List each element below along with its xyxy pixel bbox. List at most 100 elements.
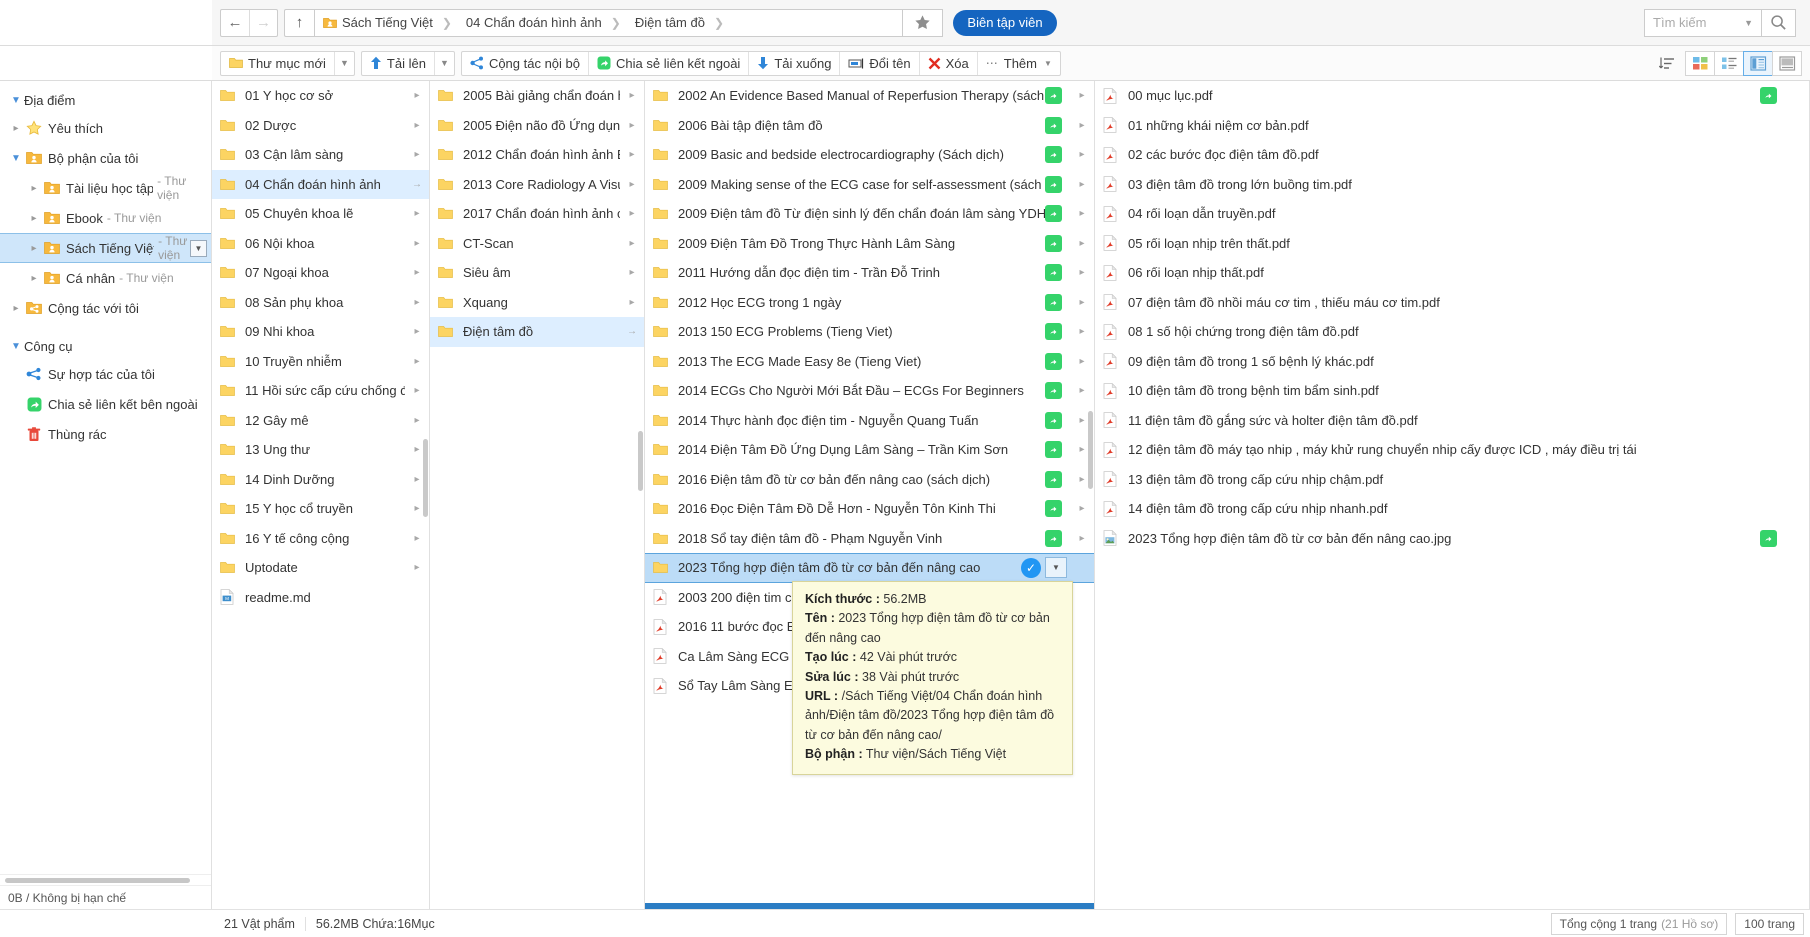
breadcrumb-item-1[interactable]: 04 Chẩn đoán hình ảnh ❯ (456, 10, 625, 36)
chevron-right-icon[interactable]: ▸ (405, 208, 429, 219)
sidebar-item-1[interactable]: ▼ Bộ phận của tôi (0, 143, 211, 173)
chevron-right-icon[interactable]: ▸ (405, 267, 429, 278)
chevron-down-icon[interactable]: ▼ (8, 341, 24, 352)
search-input[interactable]: Tìm kiếm ▼ (1644, 8, 1763, 37)
file-row[interactable]: 2009 Điện Tâm Đồ Trong Thực Hành Lâm Sàn… (645, 229, 1094, 259)
row-dropdown-icon[interactable]: ▼ (1045, 557, 1067, 579)
go-up-icon[interactable]: ↑ (284, 8, 314, 37)
sidebar-item-0[interactable]: ▸Sự hợp tác của tôi (0, 359, 211, 389)
share-external-button[interactable]: Chia sẻ liên kết ngoài (589, 52, 748, 75)
grid-view-button[interactable] (1685, 50, 1715, 76)
chevron-right-icon[interactable]: ▸ (405, 149, 429, 160)
chevron-right-icon[interactable]: ▸ (1070, 90, 1094, 101)
chevron-right-icon[interactable]: ▸ (1070, 120, 1094, 131)
chevron-right-icon[interactable]: ▸ (405, 326, 429, 337)
file-row[interactable]: 09 điện tâm đồ trong 1 số bệnh lý khác.p… (1095, 347, 1809, 377)
shared-link-icon[interactable] (1045, 175, 1062, 193)
file-row[interactable]: 04 rối loạn dẫn truyền.pdf (1095, 199, 1809, 229)
back-icon[interactable]: ← (221, 10, 249, 36)
chevron-right-icon[interactable]: ▸ (405, 533, 429, 544)
chevron-right-icon[interactable]: ▸ (1070, 238, 1094, 249)
list-view-button[interactable] (1714, 50, 1744, 76)
column-3-scrollbar[interactable] (1088, 411, 1093, 489)
chevron-right-icon[interactable]: ▸ (1070, 326, 1094, 337)
file-row[interactable]: 13 điện tâm đồ trong cấp cứu nhịp chậm.p… (1095, 465, 1809, 495)
file-row[interactable]: 2005 Điện não đồ Ứng dụng trong th▸ (430, 111, 644, 141)
file-row[interactable]: 03 Cận lâm sàng ▸ (212, 140, 429, 170)
sidebar-item-2[interactable]: ▸Thùng rác (0, 419, 211, 449)
upload-button[interactable]: Tải lên (362, 52, 434, 75)
sidebar-item-4-selected[interactable]: ▸ Sách Tiếng Việt - Thư viện ▼ (0, 233, 211, 263)
file-row[interactable]: 07 Ngoại khoa ▸ (212, 258, 429, 288)
chevron-right-icon[interactable]: ▸ (620, 120, 644, 131)
delete-button[interactable]: Xóa (920, 52, 977, 75)
shared-link-icon[interactable] (1045, 470, 1062, 488)
file-row[interactable]: 2005 Bài giảng chẩn đoán hình ả...▸ (430, 81, 644, 111)
favorite-star-icon[interactable] (903, 8, 944, 37)
chevron-right-icon[interactable]: ▸ (405, 562, 429, 573)
chevron-right-icon[interactable]: ▸ (620, 149, 644, 160)
file-row[interactable]: 2014 ECGs Cho Người Mới Bắt Đầu – ECGs F… (645, 376, 1094, 406)
breadcrumb-item-2[interactable]: Điện tâm đồ ❯ (625, 10, 728, 36)
file-row-selected[interactable]: 2023 Tổng hợp điện tâm đồ từ cơ bản đến … (645, 553, 1094, 583)
sidebar-item-0[interactable]: ▸ Yêu thích (0, 113, 211, 143)
sidebar-item-context-menu-icon[interactable]: ▼ (190, 240, 207, 257)
file-row[interactable]: 02 các bước đọc điện tâm đồ.pdf (1095, 140, 1809, 170)
more-dropdown-icon[interactable]: ▼ (1044, 59, 1052, 68)
file-row[interactable]: 14 điện tâm đồ trong cấp cứu nhịp nhanh.… (1095, 494, 1809, 524)
file-row[interactable]: 2013 The ECG Made Easy 8e (Tieng Viet) ▸ (645, 347, 1094, 377)
file-row[interactable]: 2006 Bài tập điện tâm đồ ▸ (645, 111, 1094, 141)
chevron-right-icon[interactable]: ▸ (405, 297, 429, 308)
file-row[interactable]: 05 Chuyên khoa lẽ ▸ (212, 199, 429, 229)
chevron-right-icon[interactable]: ▸ (405, 385, 429, 396)
shared-link-icon[interactable] (1045, 323, 1062, 341)
file-row[interactable]: 2023 Tổng hợp điện tâm đồ từ cơ bản đến … (1095, 524, 1809, 554)
selected-check-icon[interactable]: ✓ (1021, 557, 1041, 578)
file-row[interactable]: 2011 Hướng dẫn đọc điện tim - Trần Đỗ Tr… (645, 258, 1094, 288)
shared-link-icon[interactable] (1045, 264, 1062, 282)
shared-link-icon[interactable] (1045, 205, 1062, 223)
file-row[interactable]: 15 Y học cổ truyền ▸ (212, 494, 429, 524)
file-row[interactable]: 2012 Chẩn đoán hình ảnh BYT▸ (430, 140, 644, 170)
drill-in-arrow-icon[interactable]: → (405, 179, 429, 190)
file-row[interactable]: 11 điện tâm đồ gắng sức và holter điện t… (1095, 406, 1809, 436)
more-button[interactable]: ⋯ Thêm ▼ (978, 52, 1060, 75)
sidebar-group-places[interactable]: ▼ Địa điểm (0, 87, 211, 113)
file-row[interactable]: 12 Gây mê ▸ (212, 406, 429, 436)
file-row[interactable]: 2016 Đọc Điện Tâm Đồ Dễ Hơn - Nguyễn Tôn… (645, 494, 1094, 524)
shared-link-icon[interactable] (1045, 146, 1062, 164)
chevron-right-icon[interactable]: ▸ (1070, 297, 1094, 308)
file-row[interactable]: 03 điện tâm đồ trong lớn buồng tim.pdf (1095, 170, 1809, 200)
file-row[interactable]: 2017 Chẩn đoán hình ảnh chấn thươ▸ (430, 199, 644, 229)
chevron-right-icon[interactable]: ▸ (620, 90, 644, 101)
file-row[interactable]: 07 điện tâm đồ nhồi máu cơ tim , thiếu m… (1095, 288, 1809, 318)
file-row[interactable]: 2009 Basic and bedside electrocardiograp… (645, 140, 1094, 170)
collaborate-internal-button[interactable]: Cộng tác nội bộ (462, 52, 588, 75)
new-folder-dropdown-icon[interactable]: ▼ (333, 51, 354, 75)
file-row[interactable]: 2016 Điện tâm đồ từ cơ bản đến nâng cao … (645, 465, 1094, 495)
file-row[interactable]: 08 Sản phụ khoa ▸ (212, 288, 429, 318)
file-row[interactable]: 06 rối loạn nhịp thất.pdf (1095, 258, 1809, 288)
chevron-right-icon[interactable]: ▸ (26, 183, 42, 194)
chevron-right-icon[interactable]: ▸ (26, 243, 42, 254)
file-row[interactable]: 12 điện tâm đồ máy tạo nhip , máy khử ru… (1095, 435, 1809, 465)
file-row[interactable]: 2014 Thực hành đọc điện tim - Nguyễn Qua… (645, 406, 1094, 436)
shared-link-icon[interactable] (1045, 116, 1062, 134)
file-row[interactable]: Uptodate ▸ (212, 553, 429, 583)
gallery-view-button[interactable] (1772, 50, 1802, 76)
chevron-right-icon[interactable]: ▸ (405, 90, 429, 101)
chevron-right-icon[interactable]: ▸ (405, 238, 429, 249)
shared-link-icon[interactable] (1045, 87, 1062, 105)
sidebar-horizontal-scrollbar[interactable] (0, 874, 211, 885)
file-row[interactable]: 16 Y tế công cộng ▸ (212, 524, 429, 554)
file-row[interactable]: 2018 Sổ tay điện tâm đồ - Phạm Nguyễn Vi… (645, 524, 1094, 554)
chevron-right-icon[interactable]: ▸ (1070, 503, 1094, 514)
file-row[interactable]: Xquang ▸ (430, 288, 644, 318)
file-row[interactable]: 2013 Core Radiology A Visual Approa▸ (430, 170, 644, 200)
scrollbar-thumb[interactable] (5, 878, 190, 883)
drill-in-arrow-icon[interactable]: → (620, 326, 644, 337)
chevron-right-icon[interactable]: ▸ (1070, 208, 1094, 219)
shared-link-icon[interactable] (1045, 411, 1062, 429)
shared-link-icon[interactable] (1045, 441, 1062, 459)
download-button[interactable]: Tải xuống (749, 52, 839, 75)
